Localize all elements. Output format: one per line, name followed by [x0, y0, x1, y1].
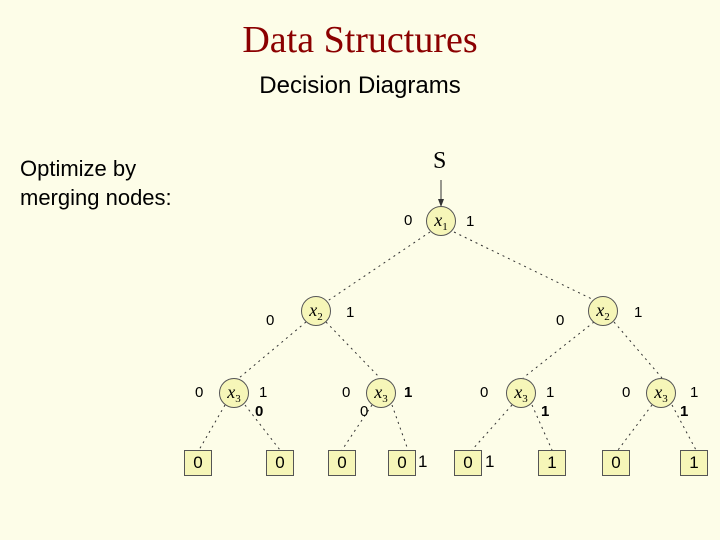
label-x3c-0: 0 — [480, 384, 488, 401]
label-x2R-0: 0 — [556, 312, 564, 329]
label-x3b-under: 0 — [360, 403, 368, 420]
label-x1-1: 1 — [466, 213, 474, 230]
label-x2L-0: 0 — [266, 312, 274, 329]
node-x3-c: x3 — [506, 378, 536, 408]
leaf-3: 0 — [388, 450, 416, 476]
label-x3d-1: 1 — [690, 384, 698, 401]
node-x3b-sub: 3 — [382, 393, 388, 405]
edge-x2L-x3a — [239, 322, 306, 378]
edge-x3c-t4 — [472, 405, 512, 450]
label-x2R-1: 1 — [634, 304, 642, 321]
node-x2-right: x2 — [588, 296, 618, 326]
node-x3c-sub: 3 — [522, 393, 528, 405]
leaf-5: 1 — [538, 450, 566, 476]
leaf-4: 0 — [454, 450, 482, 476]
diagram-stage: S x1 0 1 x2 0 1 x2 0 1 x3 0 1 0 x3 0 0 1… — [0, 0, 720, 540]
edge-x3d-t6 — [618, 405, 652, 450]
edge-x1-x2R — [454, 232, 598, 302]
node-x2-left: x2 — [301, 296, 331, 326]
leaf-7: 1 — [680, 450, 708, 476]
label-x3b-1: 1 — [404, 384, 412, 401]
edge-x2R-x3c — [523, 322, 594, 378]
label-x3d-0: 0 — [622, 384, 630, 401]
edge-x2R-x3d — [614, 322, 662, 378]
label-x3a-0: 0 — [195, 384, 203, 401]
leaf-1: 0 — [266, 450, 294, 476]
edge-x1-x2L — [326, 232, 430, 302]
label-x3a-under: 0 — [255, 403, 263, 420]
label-x3c-1: 1 — [546, 384, 554, 401]
node-x1: x1 — [426, 206, 456, 236]
s-label: S — [433, 148, 446, 175]
leaf-2: 0 — [328, 450, 356, 476]
node-x3-b: x3 — [366, 378, 396, 408]
node-x3d-sub: 3 — [662, 393, 668, 405]
label-x3c-under: 1 — [541, 403, 549, 420]
edge-x3b-t3 — [392, 405, 408, 450]
node-x3a-sub: 3 — [235, 393, 241, 405]
leaf-6: 0 — [602, 450, 630, 476]
node-x1-sub: 1 — [442, 221, 448, 233]
label-x3a-1: 1 — [259, 384, 267, 401]
label-x2L-1: 1 — [346, 304, 354, 321]
node-x2L-sub: 2 — [317, 311, 323, 323]
edge-x2L-x3b — [326, 322, 380, 378]
label-x3d-under: 1 — [680, 403, 688, 420]
label-x3b-0: 0 — [342, 384, 350, 401]
leaf-3b: 1 — [418, 452, 427, 472]
label-x1-0: 0 — [404, 212, 412, 229]
leaf-4b: 1 — [485, 452, 494, 472]
leaf-0: 0 — [184, 450, 212, 476]
node-x3-a: x3 — [219, 378, 249, 408]
node-x2R-sub: 2 — [604, 311, 610, 323]
edge-x3a-t0 — [199, 405, 225, 450]
node-x3-d: x3 — [646, 378, 676, 408]
